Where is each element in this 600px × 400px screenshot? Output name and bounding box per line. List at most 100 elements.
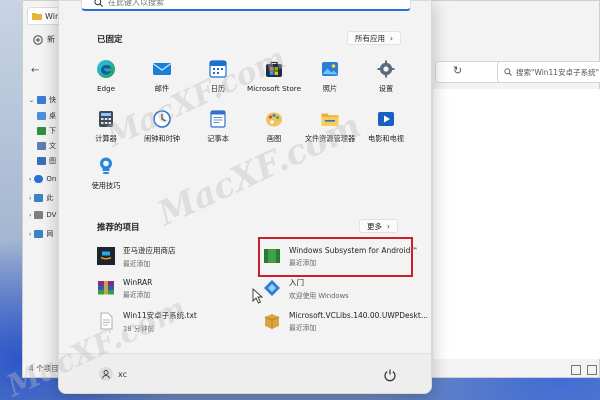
recommended-item[interactable]: WinRAR 最近添加: [93, 274, 253, 302]
app-label: 电影和电视: [368, 134, 404, 143]
sidebar-item-label: 网: [46, 230, 54, 238]
app-label: Microsoft Store: [247, 84, 301, 93]
search-icon: [94, 0, 103, 7]
recommended-item-subtitle: 最近添加: [289, 323, 317, 332]
recommended-item-subtitle: 最近添加: [123, 290, 151, 299]
recommended-item-name: Microsoft.VCLibs.140.00.UWPDeskt...: [289, 310, 428, 320]
app-label: 记事本: [207, 134, 229, 143]
back-arrow-icon[interactable]: ←: [31, 65, 39, 76]
refresh-icon[interactable]: ↻: [453, 64, 462, 77]
recommended-item-subtitle: 18 分钟前: [123, 324, 155, 333]
sidebar-item-label: 桌: [49, 112, 56, 120]
sidebar-item[interactable]: ⌄ 快: [29, 95, 56, 105]
details-view-icon[interactable]: [571, 365, 581, 375]
more-button[interactable]: 更多 ›: [359, 219, 398, 233]
sidebar-item[interactable]: 下: [37, 126, 56, 136]
search-icon: [504, 68, 512, 76]
more-label: 更多: [367, 221, 382, 231]
pinned-app-edge[interactable]: Edge: [76, 59, 136, 93]
app-label: 文件资源管理器: [304, 134, 356, 143]
sidebar-item-label: 图: [49, 157, 56, 165]
user-icon: [102, 370, 110, 379]
new-label: 新: [47, 35, 55, 44]
package-icon: [263, 312, 281, 330]
recommended-item-name: Win11安卓子系统.txt: [123, 310, 197, 320]
recommended-item-name: 亚马逊应用商店: [123, 245, 176, 255]
app-label: 闹钟和时钟: [144, 134, 180, 143]
sidebar-item[interactable]: 图: [37, 156, 56, 166]
pinned-app-photos[interactable]: 照片: [300, 59, 360, 94]
explorer-search-placeholder: 搜索"Win11安卓子系统": [516, 67, 600, 77]
recommended-title: 推荐的项目: [97, 223, 140, 233]
pinned-app-calculator[interactable]: 计算器: [76, 109, 136, 144]
calculator-icon: [96, 109, 116, 129]
sidebar-item[interactable]: 桌: [37, 111, 56, 121]
new-button[interactable]: 新: [33, 34, 55, 45]
app-label: 邮件: [154, 84, 170, 93]
explorer-nav: ←: [31, 65, 39, 76]
mouse-cursor-icon: [252, 288, 264, 304]
sidebar-item[interactable]: › On: [29, 175, 56, 183]
this-pc-icon: [34, 194, 44, 202]
pinned-app-settings[interactable]: 设置: [356, 59, 416, 94]
pinned-app-movies[interactable]: 电影和电视: [356, 109, 416, 144]
winrar-icon: [97, 279, 115, 297]
start-search-input[interactable]: 在此键入以搜索: [81, 0, 411, 11]
sidebar-item-label: 此: [46, 194, 54, 202]
sidebar-item-label: On: [46, 175, 57, 183]
sidebar-item[interactable]: 文: [37, 141, 56, 151]
pinned-app-paint[interactable]: 画图: [244, 109, 304, 144]
tiles-view-icon[interactable]: [587, 365, 597, 375]
sidebar-item-label: 文: [49, 142, 56, 150]
explorer-content: [433, 89, 600, 359]
recommended-item[interactable]: 亚马逊应用商店 最近添加: [93, 242, 253, 270]
power-icon: [384, 369, 396, 382]
edge-icon: [96, 59, 116, 79]
notepad-icon: [208, 109, 228, 129]
start-menu: 在此键入以搜索 已固定 所有应用 › Edge 邮件 日历 Microsoft …: [58, 0, 432, 394]
user-account-button[interactable]: xc: [99, 367, 127, 381]
sidebar-item[interactable]: › 网: [29, 229, 53, 239]
all-apps-label: 所有应用: [355, 33, 385, 43]
movies-icon: [376, 109, 396, 129]
pinned-app-file-explorer[interactable]: 文件资源管理器: [300, 109, 360, 144]
pictures-icon: [37, 157, 46, 165]
settings-icon: [376, 59, 396, 79]
pinned-app-mail[interactable]: 邮件: [132, 59, 192, 94]
sidebar-item-label: 快: [49, 96, 57, 104]
app-label: 使用技巧: [91, 181, 121, 190]
explorer-search-box[interactable]: 搜索"Win11安卓子系统": [497, 61, 600, 83]
app-label: 照片: [322, 84, 338, 93]
pinned-app-store[interactable]: Microsoft Store: [244, 59, 304, 93]
pinned-app-notepad[interactable]: 记事本: [188, 109, 248, 144]
sidebar-item[interactable]: › 此: [29, 193, 53, 203]
document-icon: [37, 142, 46, 150]
recommended-item-subtitle: 最近添加: [123, 259, 151, 268]
app-label: 日历: [210, 84, 226, 93]
chevron-right-icon: ›: [390, 33, 393, 43]
app-label: 画图: [266, 134, 282, 143]
recommended-item[interactable]: Win11安卓子系统.txt 18 分钟前: [93, 307, 253, 335]
pinned-title: 已固定: [97, 35, 123, 45]
download-icon: [37, 127, 46, 135]
sidebar-item[interactable]: › DV: [29, 211, 56, 219]
recommended-item[interactable]: 入门 欢迎使用 Windows: [259, 274, 419, 302]
clock-icon: [152, 109, 172, 129]
recommended-item-subtitle: 欢迎使用 Windows: [289, 291, 349, 300]
view-toggle[interactable]: [571, 365, 597, 375]
mail-icon: [152, 59, 172, 79]
folder-icon: [320, 109, 340, 129]
recommended-item[interactable]: Microsoft.VCLibs.140.00.UWPDeskt... 最近添加: [259, 307, 428, 335]
app-label: Edge: [96, 84, 116, 93]
recommended-item-name: WinRAR: [123, 277, 153, 287]
calendar-icon: [208, 59, 228, 79]
all-apps-button[interactable]: 所有应用 ›: [347, 31, 401, 45]
power-button[interactable]: [383, 368, 397, 382]
pinned-app-tips[interactable]: 使用技巧: [76, 156, 136, 191]
pinned-app-clock[interactable]: 闹钟和时钟: [132, 109, 192, 144]
app-label: 计算器: [95, 134, 117, 143]
pinned-app-calendar[interactable]: 日历: [188, 59, 248, 94]
sidebar-item-label: DV: [46, 211, 57, 219]
explorer-sidebar: ⌄ 快 桌 下 文 图 › On › 此 › DV › 网: [23, 91, 63, 361]
avatar: [99, 367, 113, 381]
